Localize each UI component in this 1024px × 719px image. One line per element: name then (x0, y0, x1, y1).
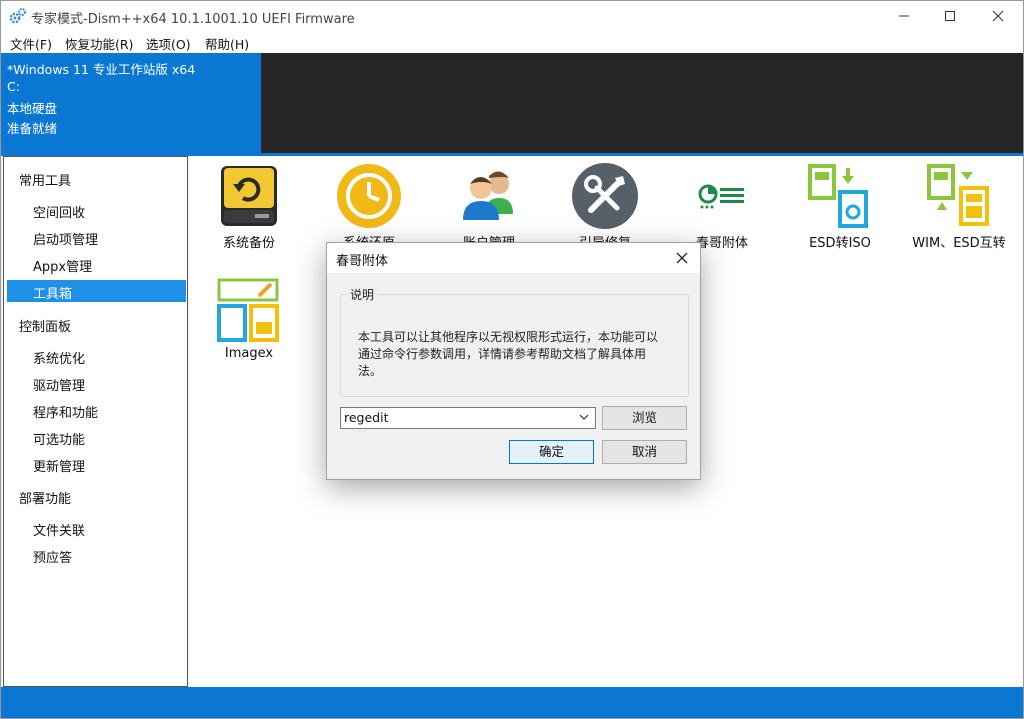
sidebar-item-label: 程序和功能 (33, 406, 99, 421)
sidebar-group-deploy[interactable]: 部署功能 (19, 488, 71, 507)
sidebar: 常用工具 空间回收 启动项管理 Appx管理 工具箱 控制面板 系统优化 驱动管… (3, 156, 188, 687)
sidebar-item-optimize[interactable]: 系统优化 (7, 345, 186, 367)
drive-letter: C: (7, 79, 20, 94)
tool-system-backup[interactable]: 系统备份 (189, 156, 309, 260)
cancel-button[interactable]: 取消 (602, 440, 687, 464)
tool-wim-esd-convert[interactable]: WIM、ESD互转 (899, 156, 1019, 260)
dialog-close-icon[interactable] (671, 248, 693, 268)
sidebar-item-label: 可选功能 (33, 433, 86, 448)
sidebar-item-label: 空间回收 (33, 206, 86, 221)
menu-bar: 文件(F) 恢复功能(R) 选项(O) 帮助(H) (1, 31, 1023, 53)
sidebar-item-toolbox[interactable]: 工具箱 (7, 280, 186, 302)
users-icon (463, 171, 513, 220)
menu-help[interactable]: 帮助(H) (205, 34, 249, 53)
program-combo[interactable]: regedit (340, 407, 596, 429)
sidebar-group-common-tools[interactable]: 常用工具 (19, 170, 71, 189)
close-button[interactable] (975, 1, 1021, 31)
description-group: 说明 本工具可以让其他程序以无视权限形式运行，本功能可以通过命令行参数调用，详情… (340, 286, 689, 397)
menu-recovery[interactable]: 恢复功能(R) (65, 34, 133, 53)
sidebar-item-updates[interactable]: 更新管理 (7, 453, 186, 475)
browse-button[interactable]: 浏览 (602, 406, 687, 430)
maximize-icon (945, 11, 955, 21)
gear-app-icon (9, 8, 26, 24)
status-text: 准备就绪 (7, 121, 58, 136)
sidebar-item-space-reclaim[interactable]: 空间回收 (7, 199, 186, 221)
os-name: *Windows 11 专业工作站版 x64 (7, 62, 196, 77)
sidebar-item-label: 驱动管理 (33, 379, 86, 394)
sidebar-item-programs[interactable]: 程序和功能 (7, 399, 186, 421)
sidebar-item-optional-features[interactable]: 可选功能 (7, 426, 186, 448)
close-icon (992, 10, 1004, 22)
drive-type: 本地硬盘 (7, 101, 58, 116)
tool-label: WIM、ESD互转 (912, 236, 1006, 251)
tools-repair-icon (572, 163, 638, 229)
chunge-icon (698, 184, 744, 209)
maximize-button[interactable] (927, 1, 973, 31)
chevron-down-icon (579, 414, 589, 420)
sidebar-item-drivers[interactable]: 驱动管理 (7, 372, 186, 394)
chunge-dialog: 春哥附体 说明 本工具可以让其他程序以无视权限形式运行，本功能可以通过命令行参数… (326, 242, 701, 480)
clock-restore-icon (337, 164, 401, 228)
sidebar-group-control-panel[interactable]: 控制面板 (19, 316, 71, 335)
sidebar-item-label: 启动项管理 (33, 233, 99, 248)
sidebar-item-unattend[interactable]: 预应答 (7, 544, 186, 566)
sidebar-item-label: 预应答 (33, 551, 73, 566)
menu-file[interactable]: 文件(F) (10, 34, 52, 53)
sidebar-item-label: 工具箱 (33, 287, 73, 302)
tool-label: 系统备份 (222, 236, 275, 251)
wim-esd-icon (927, 164, 989, 226)
window-title: 专家模式-Dism++x64 10.1.1001.10 UEFI Firmwar… (31, 12, 355, 27)
dialog-title-bar: 春哥附体 (327, 243, 700, 273)
session-info[interactable]: *Windows 11 专业工作站版 x64 C: 本地硬盘 准备就绪 (1, 53, 261, 155)
tool-label: Imagex (224, 346, 274, 361)
minimize-icon (899, 15, 909, 17)
sidebar-item-file-assoc[interactable]: 文件关联 (7, 517, 186, 539)
app-window: 专家模式-Dism++x64 10.1.1001.10 UEFI Firmwar… (0, 0, 1024, 719)
program-combo-value: regedit (344, 410, 389, 425)
title-bar: 专家模式-Dism++x64 10.1.1001.10 UEFI Firmwar… (1, 1, 1023, 31)
sidebar-item-label: Appx管理 (33, 260, 93, 275)
sidebar-item-label: 系统优化 (33, 352, 86, 367)
tool-esd-to-iso[interactable]: ESD转ISO (780, 156, 900, 260)
sidebar-item-startup[interactable]: 启动项管理 (7, 226, 186, 248)
tool-label: ESD转ISO (809, 236, 871, 251)
sidebar-item-label: 文件关联 (33, 524, 86, 539)
sidebar-item-appx[interactable]: Appx管理 (7, 253, 186, 275)
esd-iso-icon (808, 164, 868, 228)
description-text: 本工具可以让其他程序以无视权限形式运行，本功能可以通过命令行参数调用，详情请参考… (358, 330, 659, 378)
sidebar-item-label: 更新管理 (33, 460, 86, 475)
status-bar (1, 687, 1023, 718)
description-group-label: 说明 (347, 286, 378, 303)
ok-button[interactable]: 确定 (509, 440, 594, 464)
imagex-icon (217, 278, 279, 342)
tool-imagex[interactable]: Imagex (189, 270, 309, 374)
menu-options[interactable]: 选项(O) (146, 34, 191, 53)
drive-backup-icon (221, 166, 277, 226)
session-header: *Windows 11 专业工作站版 x64 C: 本地硬盘 准备就绪 (1, 53, 1023, 155)
minimize-button[interactable] (881, 1, 927, 31)
dialog-title: 春哥附体 (336, 254, 389, 269)
